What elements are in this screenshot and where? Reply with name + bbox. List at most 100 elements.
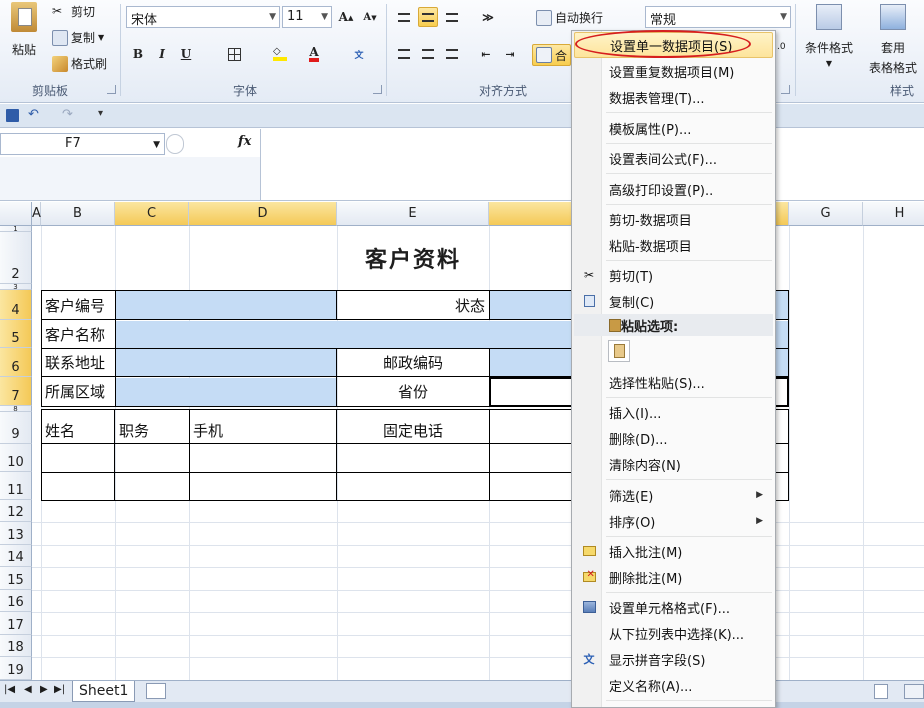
row-header-12[interactable]: 12 <box>0 500 32 522</box>
cell-c6-input[interactable] <box>116 349 337 377</box>
row-header-17[interactable]: 17 <box>0 612 32 635</box>
grow-font-button[interactable]: A ▲ <box>336 7 356 27</box>
row-header-4[interactable]: 4 <box>0 290 32 320</box>
row-header-5[interactable]: 5 <box>0 320 32 348</box>
customize-qat-icon[interactable]: ▾ <box>98 108 103 119</box>
italic-button[interactable]: I <box>152 44 172 64</box>
insert-sheet-icon[interactable] <box>146 683 166 699</box>
column-header-e[interactable]: E <box>337 202 489 226</box>
menu-advanced-print[interactable]: 高级打印设置(P).. <box>574 176 773 202</box>
menu-pick-from-list[interactable]: 从下拉列表中选择(K)... <box>574 620 773 646</box>
paste-button[interactable]: 粘贴 <box>6 2 42 58</box>
row-header-16[interactable]: 16 <box>0 590 32 612</box>
cell-c7-input[interactable] <box>116 378 337 406</box>
redo-icon[interactable]: ↷ <box>62 107 73 122</box>
paste-option-button[interactable] <box>608 340 630 362</box>
name-box[interactable]: F7 ▼ <box>0 133 165 155</box>
menu-sort[interactable]: 排序(O) ▶ <box>574 508 773 534</box>
column-header-b[interactable]: B <box>41 202 115 226</box>
borders-button[interactable] <box>224 44 244 64</box>
row-header-7[interactable]: 7 <box>0 377 32 406</box>
copy-button[interactable]: 复制 ▼ <box>52 29 104 46</box>
formula-bar-handle[interactable] <box>166 134 184 154</box>
menu-set-repeat-item[interactable]: 设置重复数据项目(M) <box>574 58 773 84</box>
column-header-c[interactable]: C <box>115 202 189 226</box>
menu-filter[interactable]: 筛选(E) ▶ <box>574 482 773 508</box>
align-right-button[interactable] <box>442 44 462 64</box>
row-header-11[interactable]: 11 <box>0 472 32 500</box>
wrap-text-button[interactable]: 自动换行 <box>536 9 603 26</box>
menu-paste-special[interactable]: 选择性粘贴(S)... <box>574 369 773 395</box>
sheet-tab-sheet1[interactable]: Sheet1 <box>72 681 136 702</box>
font-size-combo[interactable]: 11 ▼ <box>282 6 332 28</box>
menu-delete-comment[interactable]: ✕ 删除批注(M) <box>574 564 773 590</box>
align-left-button[interactable] <box>394 44 414 64</box>
row-header-15[interactable]: 15 <box>0 567 32 590</box>
prev-sheet-icon[interactable]: ◀ <box>24 684 32 695</box>
menu-template-props[interactable]: 模板属性(P)... <box>574 115 773 141</box>
phonetic-button[interactable]: 文 <box>346 44 372 64</box>
clipboard-launcher[interactable] <box>107 85 116 94</box>
menu-define-name[interactable]: 定义名称(A)... <box>574 672 773 698</box>
align-center-button[interactable] <box>418 44 438 64</box>
row-header-13[interactable]: 13 <box>0 522 32 545</box>
row-header-18[interactable]: 18 <box>0 635 32 657</box>
column-header-a[interactable]: A <box>32 202 41 226</box>
cut-button[interactable]: ✂ 剪切 <box>52 3 95 20</box>
underline-button[interactable]: U <box>176 44 196 64</box>
hscroll-right-icon[interactable] <box>904 684 924 699</box>
format-as-table-button[interactable]: 套用 表格格式 <box>862 4 924 76</box>
align-top-button[interactable] <box>394 7 414 27</box>
increase-indent-button[interactable]: ⇥ <box>500 44 520 64</box>
menu-clear-contents[interactable]: 清除内容(N) <box>574 451 773 477</box>
format-painter-button[interactable]: 格式刷 <box>52 55 107 72</box>
menu-set-single-item[interactable]: 设置单一数据项目(S) <box>574 32 773 58</box>
next-sheet-icon[interactable]: ▶ <box>40 684 48 695</box>
number-format-combo[interactable]: 常规 ▼ <box>645 6 791 28</box>
row-header-2[interactable]: 2 <box>0 232 32 284</box>
column-header-d[interactable]: D <box>189 202 337 226</box>
decrease-indent-button[interactable]: ⇤ <box>476 44 496 64</box>
row-header-14[interactable]: 14 <box>0 545 32 567</box>
font-name-combo[interactable]: 宋体 ▼ <box>126 6 280 28</box>
conditional-format-button[interactable]: 条件格式 ▼ <box>800 4 858 68</box>
row-header-6[interactable]: 6 <box>0 348 32 377</box>
row-header-9[interactable]: 9 <box>0 412 32 444</box>
number-launcher[interactable] <box>781 85 790 94</box>
row-header-10[interactable]: 10 <box>0 444 32 472</box>
menu-inter-table-formula[interactable]: 设置表间公式(F)... <box>574 145 773 171</box>
row-header-19[interactable]: 19 <box>0 657 32 680</box>
bold-button[interactable]: B <box>128 44 148 64</box>
conditional-format-label: 条件格式 <box>804 41 853 55</box>
font-color-button[interactable]: A <box>304 44 324 64</box>
menu-paste-data-item[interactable]: 粘贴-数据项目 <box>574 232 773 258</box>
menu-delete[interactable]: 删除(D)... <box>574 425 773 451</box>
worksheet-grid[interactable]: A B C D E F G H 1 2 3 4 5 6 7 8 9 10 11 … <box>0 202 924 680</box>
column-header-h[interactable]: H <box>863 202 924 226</box>
orientation-button[interactable]: ≫ <box>478 7 498 27</box>
align-bottom-button[interactable] <box>442 7 462 27</box>
last-sheet-icon[interactable]: ▶| <box>54 684 65 695</box>
insert-function-icon[interactable]: fx <box>238 134 251 149</box>
merge-center-button[interactable]: 合 <box>532 44 572 66</box>
shrink-font-button[interactable]: A ▼ <box>360 7 380 27</box>
menu-insert-comment[interactable]: 插入批注(M) <box>574 538 773 564</box>
column-header-g[interactable]: G <box>789 202 863 226</box>
font-launcher[interactable] <box>373 85 382 94</box>
menu-table-manage[interactable]: 数据表管理(T)... <box>574 84 773 110</box>
first-sheet-icon[interactable]: |◀ <box>4 684 15 695</box>
menu-copy[interactable]: 复制(C) <box>574 288 773 314</box>
menu-cut[interactable]: ✂ 剪切(T) <box>574 262 773 288</box>
decimals-button[interactable]: .0 <box>777 42 786 52</box>
cell-c4-input[interactable] <box>116 291 337 320</box>
select-all-corner[interactable] <box>0 202 32 226</box>
menu-cut-data-item[interactable]: 剪切-数据项目 <box>574 206 773 232</box>
menu-show-phonetic[interactable]: 文 显示拼音字段(S) <box>574 646 773 672</box>
hscroll-left-icon[interactable] <box>874 684 888 699</box>
menu-insert[interactable]: 插入(I)... <box>574 399 773 425</box>
menu-format-cells[interactable]: 设置单元格格式(F)... <box>574 594 773 620</box>
align-middle-button[interactable] <box>418 7 438 27</box>
undo-icon[interactable]: ↶ <box>28 107 39 122</box>
fill-color-button[interactable]: ◇ <box>270 44 290 64</box>
save-icon[interactable] <box>6 109 19 122</box>
